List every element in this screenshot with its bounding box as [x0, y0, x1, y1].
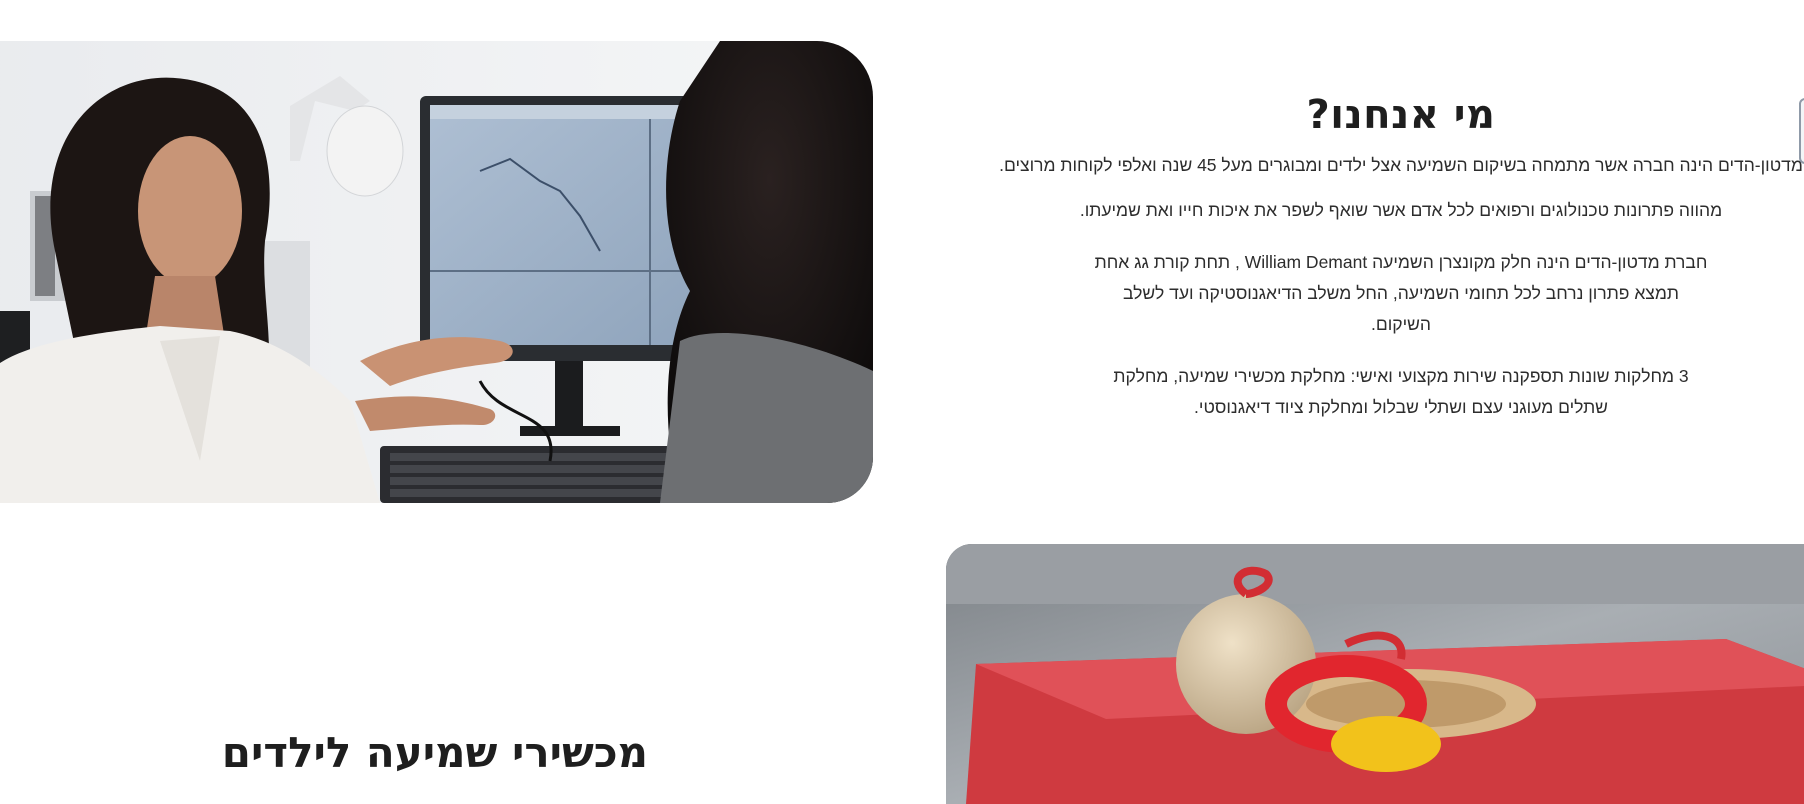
about-paragraph-1: מדטון-הדים הינה חברה אשר מתמחה בשיקום הש…	[999, 155, 1803, 175]
side-widget-tab[interactable]	[1799, 98, 1804, 164]
kids-image-card	[946, 544, 1804, 804]
child-toy-photo	[946, 544, 1804, 804]
about-paragraph-4: 3 מחלקות שונות תספקנה שירות מקצועי ואישי…	[1113, 366, 1689, 417]
about-section: מי אנחנו? מדטון-הדים הינה חברה אשר מתמחה…	[940, 92, 1804, 444]
kids-section-title: מכשירי שמיעה לילדים	[221, 728, 648, 777]
about-paragraph-3: חברת מדטון-הדים הינה חלק מקונצרן השמיעה …	[1094, 252, 1708, 334]
about-paragraph-2: מהווה פתרונות טכנולוגים ורפואים לכל אדם …	[1079, 200, 1723, 220]
about-title: מי אנחנו?	[1306, 92, 1496, 138]
audiologist-consultation-photo	[0, 41, 873, 503]
about-image-card	[0, 41, 873, 503]
